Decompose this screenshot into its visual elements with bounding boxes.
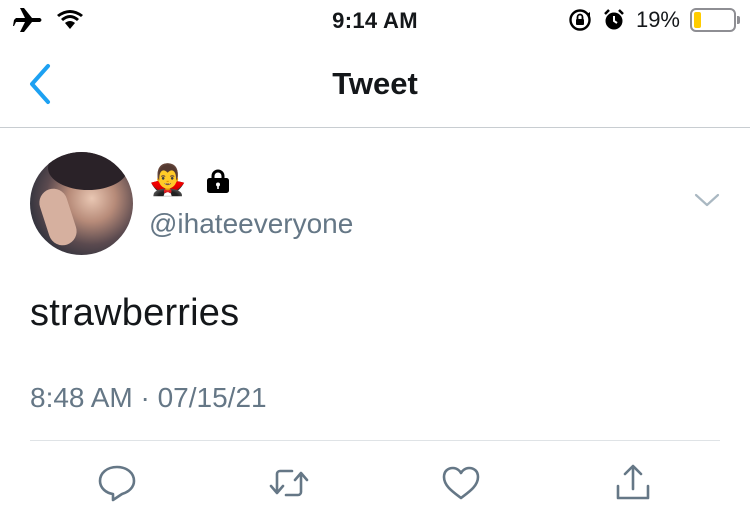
divider: [30, 440, 720, 441]
action-bar: [0, 462, 750, 510]
like-icon[interactable]: [440, 462, 482, 504]
tweet-text: strawberries: [30, 292, 240, 334]
page-title: Tweet: [332, 66, 418, 101]
display-name-emoji: 🧛‍♂️: [149, 164, 187, 197]
avatar-hair: [48, 152, 128, 190]
avatar-hand: [35, 185, 81, 249]
avatar[interactable]: [30, 152, 133, 255]
battery-icon: [690, 8, 740, 32]
share-icon[interactable]: [612, 462, 654, 504]
battery-percent: 19%: [635, 7, 680, 32]
tweet-timestamp: 8:48 AM · 07/15/21: [30, 382, 267, 413]
reply-icon[interactable]: [96, 462, 138, 504]
orientation-lock-icon: [569, 9, 591, 31]
lock-icon: [207, 169, 230, 193]
nav-bar: Tweet: [0, 42, 750, 128]
user-handle[interactable]: @ihateeveryone: [149, 208, 353, 240]
status-bar: 9:14 AM 19%: [0, 0, 750, 40]
display-name[interactable]: 🧛‍♂️: [149, 166, 232, 196]
alarm-icon: [604, 9, 624, 30]
battery-level: [694, 12, 702, 28]
retweet-icon[interactable]: [268, 462, 310, 504]
status-right: 19%: [568, 7, 740, 33]
chevron-down-icon[interactable]: [694, 192, 720, 208]
